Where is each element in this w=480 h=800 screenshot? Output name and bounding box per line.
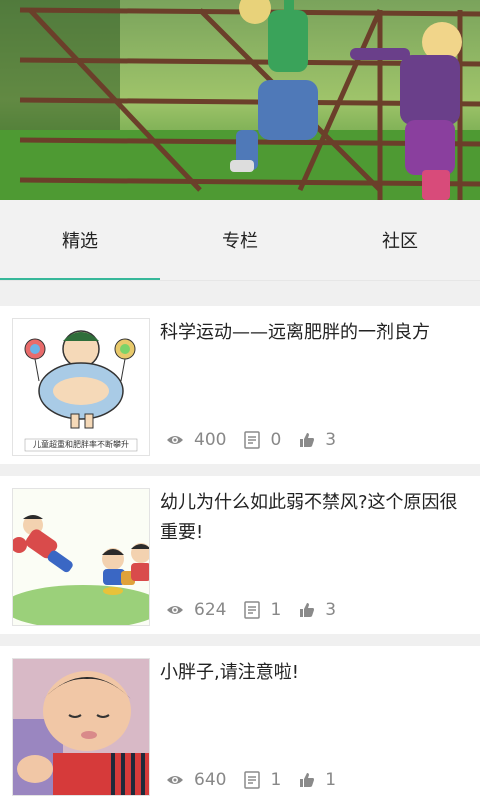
- tab-community[interactable]: 社区: [320, 200, 480, 280]
- article-thumbnail: 儿童超重和肥胖率不断攀升: [12, 318, 150, 456]
- likes-stat[interactable]: 3: [299, 600, 336, 620]
- views-count: 400: [194, 430, 227, 450]
- eye-icon: [167, 436, 183, 444]
- article-thumbnail: [12, 488, 150, 626]
- thumb-caption: 儿童超重和肥胖率不断攀升: [33, 440, 129, 449]
- views-stat: 640: [166, 770, 226, 790]
- tab-bar: 精选 专栏 社区: [0, 200, 480, 281]
- eye-icon: [167, 606, 183, 614]
- comments-stat: 0: [244, 430, 281, 450]
- article-card[interactable]: 小胖子,请注意啦! 640 1 1: [0, 646, 480, 800]
- eye-icon: [167, 776, 183, 784]
- thumbs-up-icon: [300, 603, 315, 617]
- tab-community-label: 社区: [382, 231, 418, 252]
- views-stat: 400: [166, 430, 226, 450]
- tab-featured[interactable]: 精选: [0, 200, 160, 280]
- tab-columns[interactable]: 专栏: [160, 200, 320, 280]
- banner-image[interactable]: [0, 0, 480, 200]
- comments-stat: 1: [244, 770, 281, 790]
- comment-list-icon: [244, 601, 261, 619]
- article-title[interactable]: 科学运动——远离肥胖的一剂良方: [160, 318, 470, 348]
- article-card[interactable]: 幼儿为什么如此弱不禁风?这个原因很重要! 624 1 3: [0, 476, 480, 634]
- tab-columns-label: 专栏: [222, 231, 258, 252]
- article-title[interactable]: 小胖子,请注意啦!: [160, 658, 470, 688]
- article-title[interactable]: 幼儿为什么如此弱不禁风?这个原因很重要!: [160, 488, 470, 548]
- likes-stat[interactable]: 1: [299, 770, 336, 790]
- comment-list-icon: [244, 431, 261, 449]
- article-thumbnail: [12, 658, 150, 796]
- likes-count: 3: [325, 600, 337, 620]
- tab-featured-label: 精选: [62, 231, 98, 252]
- comments-stat: 1: [244, 600, 281, 620]
- article-stats: 400 0 3: [166, 429, 354, 451]
- likes-count: 3: [325, 430, 337, 450]
- thumbs-up-icon: [300, 433, 315, 447]
- article-stats: 640 1 1: [166, 769, 354, 791]
- comment-list-icon: [244, 771, 261, 789]
- views-count: 624: [194, 600, 227, 620]
- comments-count: 0: [270, 430, 282, 450]
- comments-count: 1: [270, 600, 282, 620]
- likes-count: 1: [325, 770, 337, 790]
- views-count: 640: [194, 770, 227, 790]
- article-card[interactable]: 儿童超重和肥胖率不断攀升 科学运动——远离肥胖的一剂良方 400 0 3: [0, 306, 480, 464]
- comments-count: 1: [270, 770, 282, 790]
- views-stat: 624: [166, 600, 226, 620]
- active-tab-indicator: [0, 278, 160, 280]
- article-stats: 624 1 3: [166, 599, 354, 621]
- likes-stat[interactable]: 3: [299, 430, 336, 450]
- thumbs-up-icon: [300, 773, 315, 787]
